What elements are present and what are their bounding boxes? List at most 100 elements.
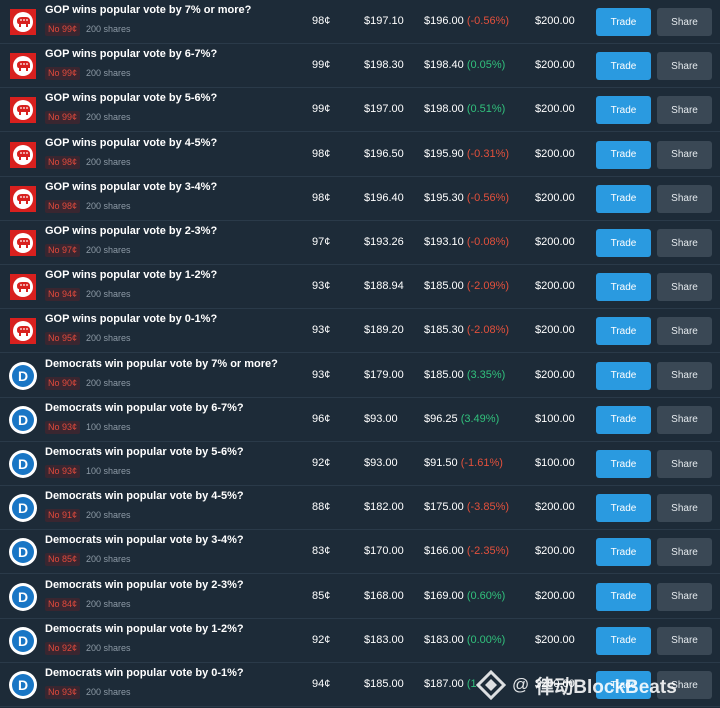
democrat-d-icon: D	[9, 626, 37, 655]
shares-count: 200 shares	[86, 245, 131, 255]
current-value: $185.00 (3.35%)	[424, 369, 505, 381]
shares-count: 200 shares	[86, 598, 131, 609]
trade-button[interactable]: Trade	[596, 317, 651, 346]
share-button[interactable]: Share	[657, 273, 712, 302]
share-button[interactable]: Share	[657, 405, 712, 434]
trade-button[interactable]: Trade	[596, 582, 651, 611]
value-amount: $91.50	[424, 457, 458, 469]
shares-count: 200 shares	[86, 377, 131, 388]
market-title[interactable]: Democrats win popular vote by 7% or more…	[45, 358, 278, 370]
share-button[interactable]: Share	[657, 8, 712, 36]
cost-basis: $196.50	[364, 147, 404, 160]
value-amount: $198.00	[424, 103, 464, 116]
cost-basis: $197.10	[364, 15, 404, 27]
share-button[interactable]: Share	[657, 582, 712, 611]
trade-button[interactable]: Trade	[596, 405, 651, 434]
share-button[interactable]: Share	[657, 140, 712, 169]
value-amount: $195.90	[424, 147, 464, 160]
shares-count: 200 shares	[86, 24, 131, 34]
value-change: (0.60%)	[466, 589, 506, 602]
value-amount: $175.00	[424, 501, 464, 514]
current-value: $198.00 (0.51%)	[424, 103, 505, 115]
value-amount: $96.25	[424, 412, 458, 425]
max-payout: $100.00	[535, 412, 575, 425]
market-title[interactable]: Democrats win popular vote by 1-2%?	[45, 623, 244, 635]
value-change: (3.49%)	[460, 412, 500, 425]
gop-elephant-icon	[10, 230, 36, 256]
market-title[interactable]: Democrats win popular vote by 3-4%?	[45, 534, 244, 546]
share-button[interactable]: Share	[657, 450, 712, 478]
trade-button[interactable]: Trade	[596, 538, 651, 567]
no-price-badge: No 94¢	[45, 288, 81, 302]
trade-button[interactable]: Trade	[596, 361, 651, 390]
current-price: 85¢	[312, 589, 331, 602]
market-title[interactable]: Democrats win popular vote by 2-3%?	[45, 579, 244, 591]
position-row: GOP wins popular vote by 1-2%? No 94¢ 20…	[0, 265, 720, 310]
max-payout: $200.00	[535, 368, 575, 381]
democrat-d-icon: D	[9, 494, 37, 523]
max-payout: $200.00	[535, 589, 575, 602]
cost-basis: $188.94	[364, 280, 404, 293]
value-amount: $166.00	[424, 545, 464, 558]
position-row: GOP wins popular vote by 2-3%? No 97¢ 20…	[0, 221, 720, 265]
trade-button[interactable]: Trade	[596, 96, 651, 125]
share-button[interactable]: Share	[657, 538, 712, 567]
current-value: $166.00 (-2.35%)	[424, 545, 509, 557]
shares-count: 200 shares	[86, 687, 131, 697]
max-payout: $200.00	[535, 324, 575, 337]
market-title[interactable]: GOP wins popular vote by 3-4%?	[45, 181, 217, 193]
trade-button[interactable]: Trade	[596, 52, 651, 81]
no-price-badge: No 97¢	[45, 244, 81, 257]
market-title[interactable]: GOP wins popular vote by 5-6%?	[45, 92, 217, 104]
value-amount: $183.00	[424, 633, 464, 646]
market-title[interactable]: Democrats win popular vote by 0-1%?	[45, 667, 244, 679]
trade-button[interactable]: Trade	[596, 140, 651, 169]
max-payout: $200.00	[535, 147, 575, 160]
position-row: D Democrats win popular vote by 6-7%? No…	[0, 398, 720, 442]
cost-basis: $170.00	[364, 545, 404, 558]
market-title[interactable]: GOP wins popular vote by 0-1%?	[45, 313, 217, 325]
share-button[interactable]: Share	[657, 626, 712, 655]
cost-basis: $193.26	[364, 236, 404, 248]
current-value: $195.90 (-0.31%)	[424, 148, 509, 160]
market-title[interactable]: GOP wins popular vote by 1-2%?	[45, 269, 217, 281]
share-button[interactable]: Share	[657, 52, 712, 81]
trade-button[interactable]: Trade	[596, 494, 651, 523]
no-price-badge: No 85¢	[45, 553, 81, 567]
market-title[interactable]: Democrats win popular vote by 4-5%?	[45, 490, 244, 502]
trade-button[interactable]: Trade	[596, 273, 651, 302]
market-title[interactable]: GOP wins popular vote by 2-3%?	[45, 225, 217, 237]
trade-button[interactable]: Trade	[596, 229, 651, 257]
gop-elephant-icon	[10, 318, 36, 345]
trade-button[interactable]: Trade	[596, 450, 651, 478]
position-row: GOP wins popular vote by 4-5%? No 98¢ 20…	[0, 133, 720, 177]
share-button[interactable]: Share	[657, 361, 712, 390]
market-title[interactable]: GOP wins popular vote by 7% or more?	[45, 4, 251, 16]
share-button[interactable]: Share	[657, 317, 712, 346]
no-price-badge: No 92¢	[45, 641, 81, 655]
no-price-badge: No 91¢	[45, 509, 81, 523]
trade-button[interactable]: Trade	[596, 626, 651, 655]
cost-basis: $196.40	[364, 191, 404, 204]
share-button[interactable]: Share	[657, 229, 712, 257]
market-title[interactable]: Democrats win popular vote by 6-7%?	[45, 402, 244, 414]
market-title[interactable]: GOP wins popular vote by 6-7%?	[45, 48, 217, 60]
share-button[interactable]: Share	[657, 184, 712, 213]
share-button[interactable]: Share	[657, 96, 712, 125]
current-value: $185.30 (-2.08%)	[424, 324, 509, 336]
trade-button[interactable]: Trade	[596, 8, 651, 36]
current-price: 92¢	[312, 633, 331, 646]
position-row: D Democrats win popular vote by 7% or mo…	[0, 354, 720, 398]
shares-count: 100 shares	[86, 421, 131, 432]
market-title[interactable]: GOP wins popular vote by 4-5%?	[45, 137, 217, 149]
current-value: $175.00 (-3.85%)	[424, 501, 509, 513]
shares-count: 200 shares	[86, 554, 131, 565]
position-row: D Democrats win popular vote by 1-2%? No…	[0, 619, 720, 663]
gop-elephant-icon	[10, 141, 36, 168]
trade-button[interactable]: Trade	[596, 184, 651, 213]
market-title[interactable]: Democrats win popular vote by 5-6%?	[45, 446, 244, 458]
share-button[interactable]: Share	[657, 494, 712, 523]
position-row: GOP wins popular vote by 7% or more? No …	[0, 0, 720, 44]
value-change: (-2.09%)	[466, 280, 510, 293]
shares-count: 200 shares	[86, 68, 131, 79]
